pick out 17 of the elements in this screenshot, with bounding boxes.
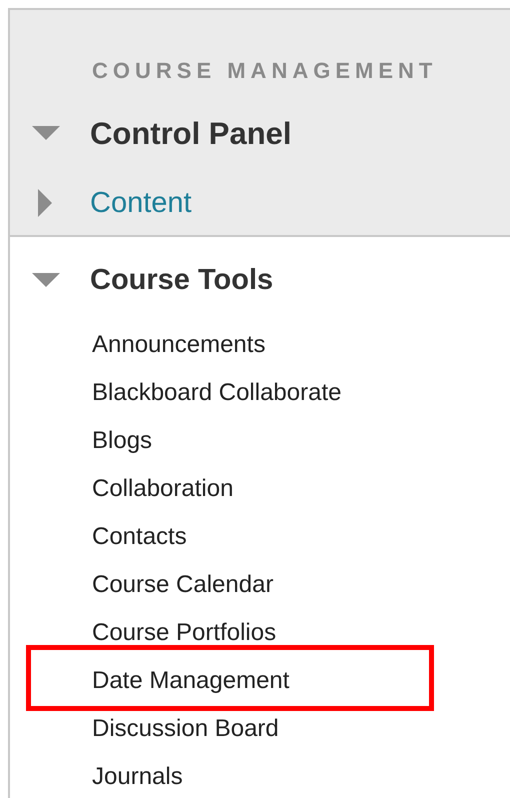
panel-title: Control Panel [90, 115, 292, 153]
menu-item[interactable]: Collaboration [92, 470, 234, 506]
section-heading: COURSE MANAGEMENT [91, 57, 438, 85]
menu-item[interactable]: Course Calendar [92, 566, 274, 602]
menu-item[interactable]: Blackboard Collaborate [92, 374, 342, 410]
menu-item[interactable]: Contacts [92, 518, 187, 554]
menu-item[interactable]: Blogs [92, 422, 152, 458]
menu-item[interactable]: Journals [92, 758, 183, 794]
expand-triangle-icon[interactable] [38, 189, 54, 218]
menu-item[interactable]: Date Management [92, 662, 290, 698]
menu-item[interactable]: Discussion Board [92, 710, 279, 746]
menu-item[interactable]: Course Portfolios [92, 614, 276, 650]
group-title[interactable]: Course Tools [90, 259, 274, 302]
menu-link[interactable]: Content [90, 182, 192, 225]
menu-item[interactable]: Announcements [92, 326, 266, 362]
collapse-triangle-icon[interactable] [32, 126, 60, 142]
collapse-triangle-icon[interactable] [32, 272, 60, 289]
